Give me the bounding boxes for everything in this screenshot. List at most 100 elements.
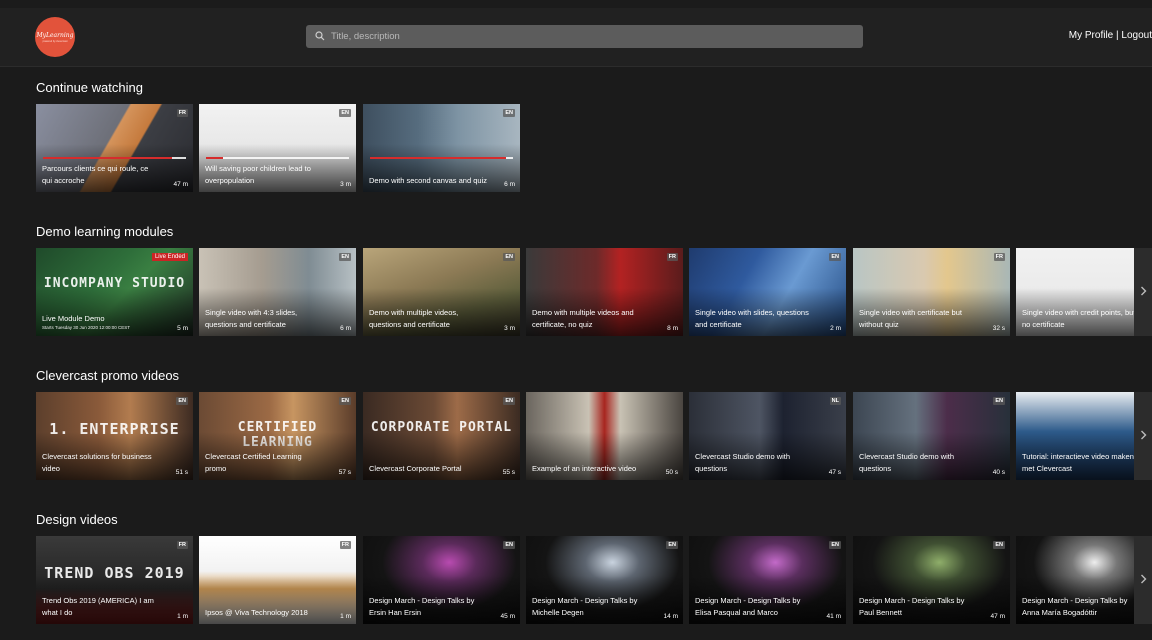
- search-input[interactable]: [331, 31, 863, 42]
- carousel-next-button[interactable]: [1134, 248, 1152, 336]
- language-badge: EN: [829, 253, 841, 261]
- video-title: Clevercast solutions for business video: [42, 451, 160, 475]
- video-title-text: Will saving poor children lead to overpo…: [205, 164, 311, 185]
- link-separator: |: [1116, 30, 1119, 41]
- video-duration: 14 m: [663, 613, 678, 620]
- video-card[interactable]: CORPORATE PORTAL EN Clevercast Corporate P…: [363, 392, 520, 480]
- video-title: Clevercast Corporate Portal: [369, 463, 487, 475]
- video-card[interactable]: EN Clevercast Studio demo with questions 4…: [853, 392, 1010, 480]
- video-card[interactable]: Example of an interactive video 50 s: [526, 392, 683, 480]
- video-duration: 1 m: [340, 613, 351, 620]
- video-title: Design March - Design Talks by Anna Marí…: [1022, 595, 1140, 619]
- video-duration: 47 s: [828, 469, 841, 476]
- video-title-text: Design March - Design Talks by Elisa Pas…: [695, 596, 801, 617]
- language-badge: EN: [339, 397, 351, 405]
- video-card[interactable]: 1. ENTERPRISE EN Clevercast solutions for …: [36, 392, 193, 480]
- video-title: Design March - Design Talks by Michelle …: [532, 595, 650, 619]
- section-row: Demo learning modules INCOMPANY STUDIO Liv…: [0, 224, 1152, 344]
- video-duration: 41 m: [826, 613, 841, 620]
- video-title: Demo with second canvas and quiz: [369, 175, 487, 187]
- video-title: Clevercast Studio demo with questions: [695, 451, 813, 475]
- video-title: Single video with 4:3 slides, questions …: [205, 307, 323, 331]
- video-card[interactable]: EN Design March - Design Talks by Paul Be…: [853, 536, 1010, 624]
- video-card[interactable]: Single video with credit points, but no …: [1016, 248, 1152, 336]
- video-duration: 2 m: [830, 325, 841, 332]
- video-card[interactable]: EN Design March - Design Talks by Michell…: [526, 536, 683, 624]
- logout-link[interactable]: Logout: [1121, 30, 1152, 41]
- video-card[interactable]: Tutorial: interactieve video maken met C…: [1016, 392, 1152, 480]
- video-title: Design March - Design Talks by Ersin Han…: [369, 595, 487, 619]
- video-duration: 50 s: [665, 469, 678, 476]
- language-badge: EN: [339, 109, 351, 117]
- video-title-text: Clevercast Studio demo with questions: [859, 452, 955, 473]
- video-title-text: Single video with certificate but withou…: [859, 308, 962, 329]
- video-title-text: Design March - Design Talks by Michelle …: [532, 596, 638, 617]
- language-badge: EN: [993, 397, 1005, 405]
- video-card[interactable]: FR Single video with certificate but with…: [853, 248, 1010, 336]
- video-card[interactable]: FR Ipsos @ Viva Technology 2018 1 m: [199, 536, 356, 624]
- video-duration: 45 m: [500, 613, 515, 620]
- video-title-text: Trend Obs 2019 (AMERICA) I am what I do: [42, 596, 154, 617]
- video-card[interactable]: CERTIFIED LEARNINGENClevercast Certified…: [199, 392, 356, 480]
- video-title: Example of an interactive video: [532, 463, 650, 475]
- video-duration: 6 m: [340, 325, 351, 332]
- language-badge: EN: [503, 253, 515, 261]
- video-title: Will saving poor children lead to overpo…: [205, 163, 323, 187]
- video-title-text: Example of an interactive video: [532, 464, 637, 473]
- video-title-text: Clevercast Certified Learning promo: [205, 452, 302, 473]
- video-title: Trend Obs 2019 (AMERICA) I am what I do: [42, 595, 160, 619]
- section-title: Continue watching: [36, 80, 143, 95]
- watch-progress-bar: [370, 157, 513, 159]
- video-duration: 3 m: [340, 181, 351, 188]
- my-profile-link[interactable]: My Profile: [1069, 30, 1113, 41]
- watch-progress-fill: [206, 157, 224, 159]
- language-badge: FR: [176, 541, 188, 549]
- top-bar: MyLearning powered by clevercast My Prof…: [0, 8, 1152, 67]
- language-badge: EN: [666, 541, 678, 549]
- video-card[interactable]: FR Parcours clients ce qui roule, ce qui …: [36, 104, 193, 192]
- video-title: Clevercast Studio demo with questions: [859, 451, 977, 475]
- video-title-text: Single video with 4:3 slides, questions …: [205, 308, 298, 329]
- video-duration: 1 m: [177, 613, 188, 620]
- video-title-text: Clevercast Studio demo with questions: [695, 452, 791, 473]
- carousel-next-button[interactable]: [1134, 536, 1152, 624]
- section-title: Design videos: [36, 512, 118, 527]
- logo[interactable]: MyLearning powered by clevercast: [35, 17, 75, 57]
- video-duration: 32 s: [992, 325, 1005, 332]
- video-card[interactable]: EN Demo with multiple videos, questions a…: [363, 248, 520, 336]
- video-title-text: Ipsos @ Viva Technology 2018: [205, 608, 308, 617]
- video-card[interactable]: Design March - Design Talks by Anna Marí…: [1016, 536, 1152, 624]
- video-title: Ipsos @ Viva Technology 2018: [205, 607, 323, 619]
- language-badge: EN: [993, 541, 1005, 549]
- video-card[interactable]: EN Design March - Design Talks by Ersin H…: [363, 536, 520, 624]
- video-card[interactable]: EN Single video with slides, questions an…: [689, 248, 846, 336]
- language-badge: EN: [339, 253, 351, 261]
- video-card[interactable]: FR Demo with multiple videos and certific…: [526, 248, 683, 336]
- video-subtitle: Starts Tuesday 30 Jun 2020 12:00:00 CEST: [42, 325, 131, 330]
- video-card[interactable]: INCOMPANY STUDIO Live Ended Live Module De…: [36, 248, 193, 336]
- video-card[interactable]: EN Design March - Design Talks by Elisa P…: [689, 536, 846, 624]
- video-duration: 6 m: [504, 181, 515, 188]
- language-badge: FR: [666, 253, 678, 261]
- video-duration: 51 s: [175, 469, 188, 476]
- video-carousel: TREND OBS 2019 FR Trend Obs 2019 (AMERICA)…: [36, 536, 1152, 624]
- video-title-text: Demo with second canvas and quiz: [369, 176, 487, 185]
- search-bar[interactable]: [306, 25, 863, 48]
- video-card[interactable]: NL Clevercast Studio demo with questions 4…: [689, 392, 846, 480]
- watch-progress-bar: [206, 157, 349, 159]
- video-duration: 47 m: [173, 181, 188, 188]
- video-card[interactable]: EN Demo with second canvas and quiz 6 m: [363, 104, 520, 192]
- video-duration: 40 s: [992, 469, 1005, 476]
- chevron-right-icon: [1140, 427, 1147, 445]
- language-badge: EN: [503, 109, 515, 117]
- video-card[interactable]: TREND OBS 2019 FR Trend Obs 2019 (AMERICA)…: [36, 536, 193, 624]
- video-duration: 3 m: [504, 325, 515, 332]
- video-card[interactable]: EN Will saving poor children lead to over…: [199, 104, 356, 192]
- video-title-text: Design March - Design Talks by Ersin Han…: [369, 596, 475, 617]
- language-badge: EN: [829, 541, 841, 549]
- live-ended-badge: Live Ended: [151, 253, 188, 261]
- carousel-next-button[interactable]: [1134, 392, 1152, 480]
- video-card[interactable]: EN Single video with 4:3 slides, question…: [199, 248, 356, 336]
- video-title: Live Module Demo Starts Tuesday 30 Jun 20…: [42, 313, 160, 331]
- video-duration: 8 m: [667, 325, 678, 332]
